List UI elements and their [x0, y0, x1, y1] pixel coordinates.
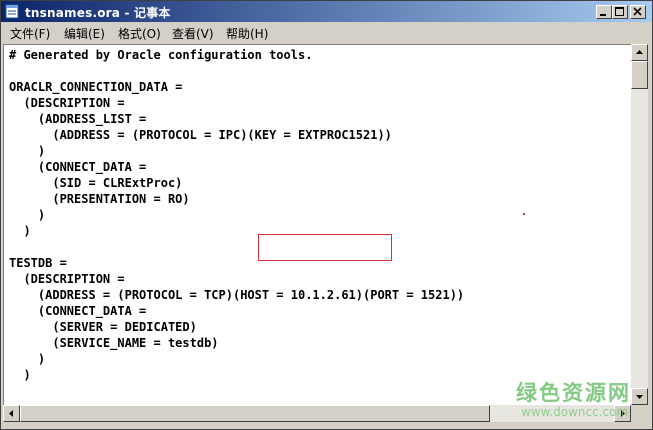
editor-line: TESTDB =: [9, 256, 67, 270]
menu-view[interactable]: 查看(V): [172, 25, 214, 42]
editor-line: (SERVICE_NAME = testdb): [9, 336, 219, 350]
notepad-window: tnsnames.ora - 记事本 文件(F) 编辑(E) 格式(O) 查看(…: [0, 0, 653, 430]
menu-format[interactable]: 格式(O): [118, 25, 161, 42]
arrow-left-icon: [9, 410, 13, 417]
editor-line: (SID = CLRExtProc): [9, 176, 183, 190]
editor-line: (DESCRIPTION =: [9, 96, 125, 110]
editor-line: (CONNECT_DATA =: [9, 304, 147, 318]
scroll-down-button[interactable]: [631, 388, 648, 405]
watermark-url: www.downcc.com: [521, 405, 629, 419]
scroll-left-button[interactable]: [3, 405, 20, 422]
editor-line: # Generated by Oracle configuration tool…: [9, 48, 313, 62]
editor-line: ): [9, 208, 46, 222]
menu-help[interactable]: 帮助(H): [226, 25, 268, 42]
title-bar[interactable]: tnsnames.ora - 记事本: [1, 1, 652, 22]
size-grip[interactable]: [631, 405, 648, 422]
editor-line: (PRESENTATION = RO): [9, 192, 190, 206]
arrow-down-icon: [636, 395, 643, 399]
minimize-button[interactable]: [596, 5, 612, 19]
editor-line: (ADDRESS = (PROTOCOL = IPC)(KEY = EXTPRO…: [9, 128, 392, 142]
editor-line: (ADDRESS = (PROTOCOL = TCP)(HOST = 10.1.…: [9, 288, 465, 302]
close-icon: [633, 7, 642, 16]
editor-line: ): [9, 352, 46, 366]
vertical-scrollbar[interactable]: [631, 44, 648, 405]
close-button[interactable]: [630, 5, 646, 19]
host-highlight-box: [258, 234, 392, 261]
editor-line: (SERVER = DEDICATED): [9, 320, 197, 334]
text-editor[interactable]: # Generated by Oracle configuration tool…: [3, 44, 631, 405]
editor-line: ): [9, 144, 46, 158]
menu-file[interactable]: 文件(F): [10, 25, 50, 42]
minimize-icon: [600, 14, 606, 16]
editor-line: ): [9, 224, 31, 238]
notepad-icon: [5, 4, 19, 19]
maximize-icon: [615, 7, 624, 16]
scroll-thumb[interactable]: [631, 61, 648, 89]
scroll-up-button[interactable]: [631, 44, 648, 61]
maximize-button[interactable]: [612, 5, 628, 19]
editor-line: ): [9, 368, 31, 382]
watermark-brand: 绿色资源网: [516, 381, 631, 405]
red-mark: [523, 213, 525, 215]
arrow-up-icon: [636, 50, 643, 54]
editor-line: (CONNECT_DATA =: [9, 160, 147, 174]
editor-line: ORACLR_CONNECTION_DATA =: [9, 80, 183, 94]
menu-edit[interactable]: 编辑(E): [64, 25, 105, 42]
scroll-thumb-horizontal[interactable]: [20, 405, 490, 422]
menu-bar: 文件(F) 编辑(E) 格式(O) 查看(V) 帮助(H): [1, 23, 652, 42]
editor-line: (ADDRESS_LIST =: [9, 112, 147, 126]
editor-line: (DESCRIPTION =: [9, 272, 125, 286]
window-title: tnsnames.ora - 记事本: [25, 6, 171, 20]
